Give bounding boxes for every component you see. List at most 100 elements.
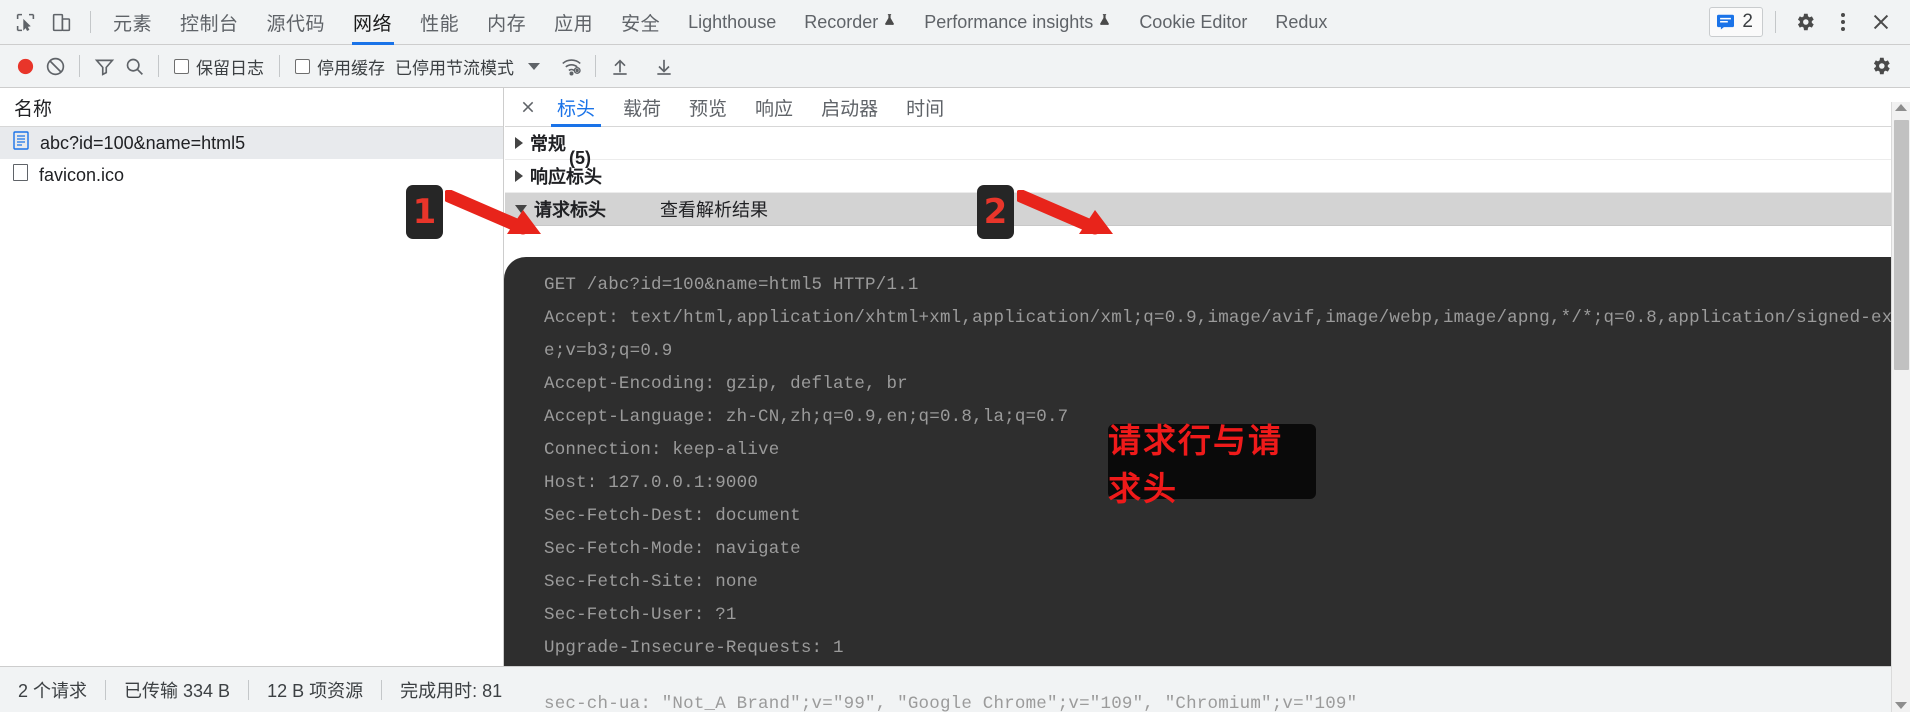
clear-button[interactable] (40, 51, 70, 81)
details-tab-5[interactable]: 时间 (892, 88, 958, 127)
panel-tab-5[interactable]: 内存 (473, 0, 540, 45)
details-tab-4[interactable]: 启动器 (807, 88, 892, 127)
panel-tab-4[interactable]: 性能 (406, 0, 473, 45)
status-divider-3 (381, 679, 383, 700)
panel-tab-label: 内存 (487, 13, 527, 35)
network-toolbar: 保留日志 停用缓存 已停用节流模式 (0, 45, 1910, 88)
annotation-badge-2: 2 (977, 185, 1014, 239)
details-tab-1[interactable]: 载荷 (609, 88, 675, 127)
panel-tab-8[interactable]: Lighthouse (674, 0, 790, 45)
scrollbar-up-arrow-icon[interactable] (1895, 104, 1907, 111)
annotation-arrow-1 (445, 190, 541, 235)
details-tab-label: 响应 (755, 98, 794, 120)
requests-list-header: 名称 (0, 88, 503, 127)
panel-tab-12[interactable]: Redux (1261, 0, 1341, 45)
details-tab-3[interactable]: 响应 (741, 88, 807, 127)
vertical-scrollbar[interactable] (1891, 102, 1910, 712)
panel-tab-label: 元素 (113, 13, 153, 35)
request-row-0[interactable]: abc?id=100&name=html5 (0, 127, 503, 159)
settings-gear-icon[interactable] (1788, 6, 1822, 38)
raw-header-line-2: e;v=b3;q=0.9 (544, 341, 673, 361)
disable-cache-box[interactable] (295, 58, 310, 74)
console-message-badge[interactable]: 2 (1709, 7, 1763, 37)
annotation-arrow-2 (1017, 190, 1113, 235)
panel-tab-label: Redux (1275, 11, 1328, 32)
panel-tab-label: 应用 (554, 13, 594, 35)
close-devtools-icon[interactable] (1864, 6, 1898, 38)
toolbar2-divider-1 (79, 55, 80, 77)
devtools-window: 元素 控制台 源代码 网络 性能 内存 应用 安全 Lighthouse Recorder Perf… (0, 0, 1910, 712)
chevron-right-icon[interactable] (515, 137, 523, 149)
panel-tab-6[interactable]: 应用 (540, 0, 607, 45)
disable-cache-checkbox[interactable]: 停用缓存 (289, 54, 391, 79)
status-finish: 完成用时: 81 (400, 680, 503, 701)
toolbar2-right (1866, 51, 1910, 81)
panel-tab-0[interactable]: 元素 (99, 0, 166, 45)
column-header-name: 名称 (14, 98, 53, 120)
export-har-icon[interactable] (649, 51, 679, 81)
toolbar2-divider-3 (279, 55, 280, 77)
blank-file-icon (13, 164, 28, 186)
chevron-down-icon[interactable] (528, 62, 540, 70)
throttling-select[interactable]: 已停用节流模式 (391, 54, 514, 79)
panel-tab-3[interactable]: 网络 (339, 0, 406, 45)
details-tab-0[interactable]: 标头 (543, 88, 609, 127)
details-tab-label: 启动器 (821, 98, 879, 120)
view-parsed-link[interactable]: 查看解析结果 (660, 196, 768, 222)
panel-tab-label: 安全 (621, 13, 661, 35)
panel-tab-2[interactable]: 源代码 (253, 0, 340, 45)
header-count-annotation: (5) (569, 148, 591, 168)
search-icon[interactable] (119, 51, 149, 81)
preserve-log-checkbox[interactable]: 保留日志 (168, 54, 270, 79)
scrollbar-down-arrow-icon[interactable] (1895, 702, 1907, 709)
record-button[interactable] (10, 51, 40, 81)
disable-cache-label: 停用缓存 (317, 58, 385, 78)
panel-tab-label: 控制台 (180, 13, 239, 35)
import-har-icon[interactable] (605, 51, 635, 81)
topbar-right-controls: 2 (1709, 6, 1910, 38)
panel-tab-label: Cookie Editor (1139, 11, 1248, 32)
details-tab-2[interactable]: 预览 (675, 88, 741, 127)
raw-header-line-1: Accept: text/html,application/xhtml+xml,… (544, 308, 1910, 328)
more-options-icon[interactable] (1826, 6, 1860, 38)
status-divider-1 (105, 679, 107, 700)
raw-header-line-3: Accept-Encoding: gzip, deflate, br (544, 374, 908, 394)
status-transferred: 已传输 334 B (124, 680, 231, 701)
panel-tab-1[interactable]: 控制台 (166, 0, 253, 45)
network-settings-gear-icon[interactable] (1866, 51, 1896, 81)
headers-section-2[interactable]: 请求标头 查看解析结果 (505, 193, 1910, 226)
device-toolbar-icon[interactable] (46, 7, 76, 37)
active-details-tab-underline (551, 123, 602, 127)
raw-header-line-9: Sec-Fetch-Site: none (544, 572, 759, 592)
details-tabbar: 标头 载荷 预览 响应 启动器 时间 (505, 88, 1910, 127)
flask-icon (1100, 14, 1110, 25)
details-tab-label: 载荷 (623, 98, 662, 120)
devtools-tool-icons (0, 7, 99, 37)
scrollbar-thumb[interactable] (1894, 120, 1909, 370)
network-conditions-icon[interactable] (556, 51, 586, 81)
panel-tab-11[interactable]: Cookie Editor (1125, 0, 1261, 45)
headers-section-label: 常规 (530, 134, 566, 154)
headers-sections: 常规响应标头 请求标头 查看解析结果 (505, 127, 1910, 226)
annotation-red-label: 请求行与请求头 (1108, 422, 1316, 507)
raw-header-line-8: Sec-Fetch-Mode: navigate (544, 539, 801, 559)
panel-tab-label: 性能 (420, 13, 460, 35)
panel-tab-10[interactable]: Performance insights (910, 0, 1125, 45)
filter-icon[interactable] (89, 51, 119, 81)
headers-section-0[interactable]: 常规 (505, 127, 1910, 160)
panel-tab-label: Performance insights (924, 11, 1094, 32)
panel-tab-9[interactable]: Recorder (790, 0, 910, 45)
details-tabs: 标头 载荷 预览 响应 启动器 时间 (543, 88, 958, 127)
headers-section-1[interactable]: 响应标头 (505, 160, 1910, 193)
requests-list-panel: 名称 abc?id=100&name=html5 favicon.ico (0, 88, 504, 666)
panel-tab-7[interactable]: 安全 (607, 0, 674, 45)
flask-icon (885, 14, 895, 25)
status-divider-2 (248, 679, 250, 700)
inspect-element-icon[interactable] (10, 7, 40, 37)
preserve-log-box[interactable] (174, 58, 189, 74)
close-details-icon[interactable] (513, 92, 543, 122)
raw-headers-tail-line: sec-ch-ua: "Not_A Brand";v="99", "Google… (544, 694, 1358, 712)
panel-tab-label: Lighthouse (688, 11, 777, 32)
request-row-name: favicon.ico (39, 164, 125, 185)
chevron-right-icon[interactable] (515, 170, 523, 182)
